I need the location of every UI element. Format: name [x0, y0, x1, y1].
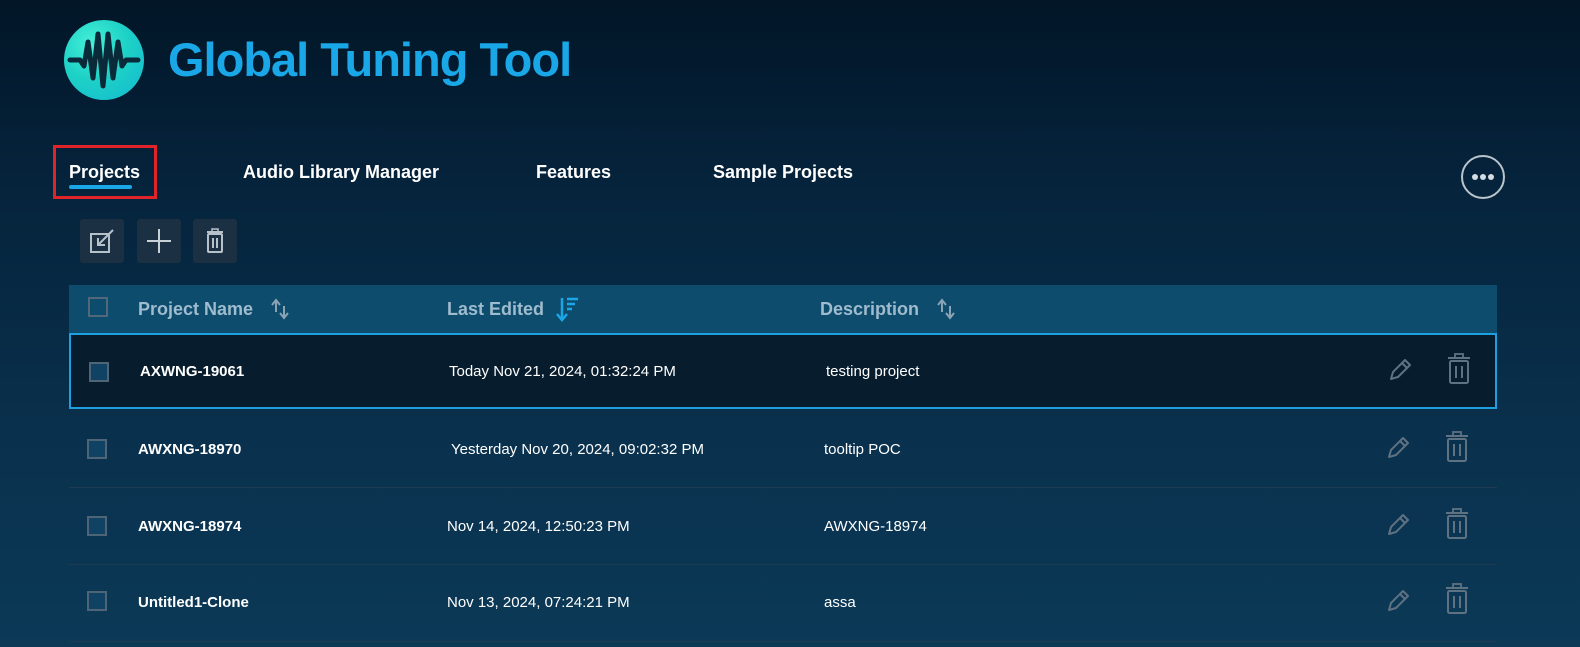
select-all-checkbox[interactable]	[88, 297, 108, 317]
trash-icon	[1448, 353, 1470, 384]
column-header-project-name[interactable]: Project Name	[138, 299, 253, 320]
import-icon	[90, 229, 114, 253]
sort-icon[interactable]	[269, 297, 291, 321]
pencil-icon	[1388, 514, 1409, 535]
delete-project-button[interactable]	[1442, 582, 1472, 616]
more-options-button[interactable]	[1461, 155, 1505, 199]
tab-sample-projects[interactable]: Sample Projects	[713, 162, 853, 183]
delete-project-button[interactable]	[1442, 430, 1472, 464]
delete-project-button[interactable]	[1442, 507, 1472, 541]
plus-icon	[147, 229, 171, 253]
trash-icon	[207, 228, 223, 253]
pencil-icon	[1388, 437, 1409, 458]
pencil-icon	[1390, 359, 1411, 380]
delete-projects-button[interactable]	[193, 219, 237, 263]
sort-descending-icon[interactable]	[555, 295, 579, 323]
table-row[interactable]: AWXNG-18970 Yesterday Nov 20, 2024, 09:0…	[69, 411, 1497, 488]
project-name[interactable]: Untitled1-Clone	[138, 594, 249, 611]
project-name[interactable]: AWXNG-18970	[138, 441, 241, 458]
description: AWXNG-18974	[824, 518, 927, 535]
table-row[interactable]: AXWNG-19061 Today Nov 21, 2024, 01:32:24…	[69, 333, 1497, 409]
row-checkbox[interactable]	[87, 439, 107, 459]
table-row[interactable]: AWXNG-18974 Nov 14, 2024, 12:50:23 PM AW…	[69, 488, 1497, 565]
waveform-icon	[64, 20, 144, 100]
row-checkbox[interactable]	[87, 591, 107, 611]
import-project-button[interactable]	[80, 219, 124, 263]
add-project-button[interactable]	[137, 219, 181, 263]
active-tab-indicator	[69, 185, 132, 189]
column-header-last-edited[interactable]: Last Edited	[447, 299, 544, 320]
project-name[interactable]: AWXNG-18974	[138, 518, 241, 535]
row-checkbox[interactable]	[87, 516, 107, 536]
description: testing project	[826, 363, 920, 380]
tab-projects[interactable]: Projects	[69, 162, 140, 183]
edit-project-button[interactable]	[1383, 584, 1413, 618]
last-edited: Nov 13, 2024, 07:24:21 PM	[447, 594, 630, 611]
sort-icon[interactable]	[935, 297, 957, 321]
row-checkbox[interactable]	[89, 362, 109, 382]
delete-project-button[interactable]	[1444, 352, 1474, 386]
trash-icon	[1446, 583, 1468, 614]
edit-project-button[interactable]	[1383, 508, 1413, 542]
last-edited: Yesterday Nov 20, 2024, 09:02:32 PM	[451, 441, 704, 458]
table-row[interactable]: Untitled1-Clone Nov 13, 2024, 07:24:21 P…	[69, 565, 1497, 642]
app-title: Global Tuning Tool	[168, 33, 572, 86]
app-header: Global Tuning Tool	[0, 0, 1580, 130]
last-edited: Nov 14, 2024, 12:50:23 PM	[447, 518, 630, 535]
trash-icon	[1446, 508, 1468, 539]
edit-project-button[interactable]	[1385, 353, 1415, 387]
main-tabs: Projects Audio Library Manager Features …	[0, 140, 1580, 200]
last-edited: Today Nov 21, 2024, 01:32:24 PM	[449, 363, 676, 380]
table-header: Project Name Last Edited Description	[69, 285, 1497, 333]
edit-project-button[interactable]	[1383, 431, 1413, 465]
column-header-description[interactable]: Description	[820, 299, 919, 320]
project-name[interactable]: AXWNG-19061	[140, 363, 244, 380]
description: tooltip POC	[824, 441, 901, 458]
trash-icon	[1446, 431, 1468, 462]
tab-audio-library-manager[interactable]: Audio Library Manager	[243, 162, 439, 183]
pencil-icon	[1388, 590, 1409, 611]
description: assa	[824, 594, 856, 611]
more-horizontal-icon	[1472, 174, 1494, 180]
tab-features[interactable]: Features	[536, 162, 611, 183]
